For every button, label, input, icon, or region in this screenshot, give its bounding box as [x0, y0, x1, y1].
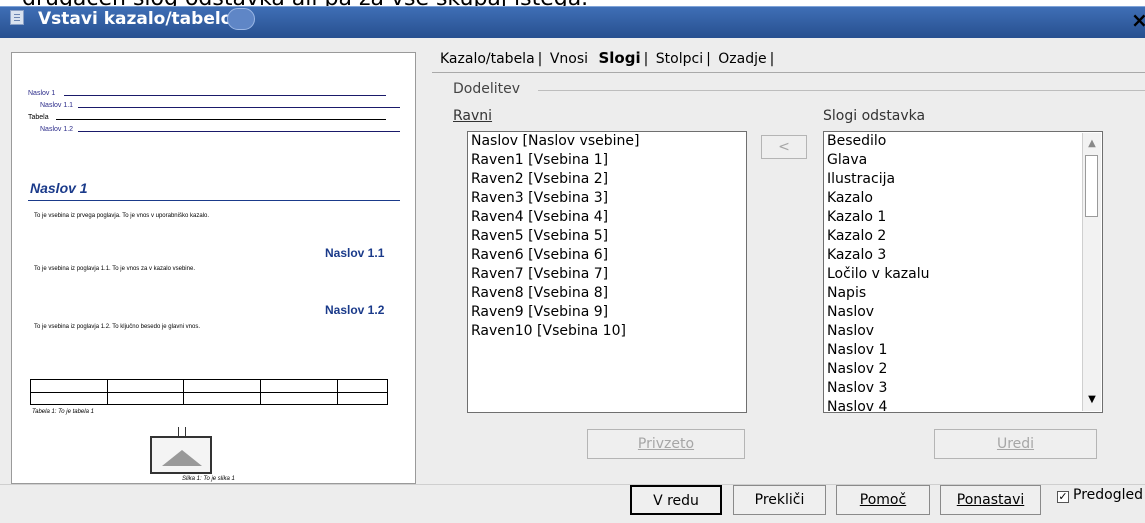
preview-toc-leader	[78, 107, 400, 108]
preview-toc-entry: Tabela	[28, 114, 49, 121]
list-item[interactable]: Raven5 [Vsebina 5]	[468, 227, 746, 246]
picture-hanger	[178, 427, 186, 436]
tab-separator: |	[706, 51, 711, 67]
list-item[interactable]: Naslov	[824, 303, 1102, 322]
group-label-dodelitev: Dodelitev	[453, 81, 521, 97]
edit-button[interactable]: Uredi	[934, 429, 1097, 459]
scrollbar-thumb[interactable]	[1085, 155, 1098, 217]
preview-body-text: To je vsebina iz poglavja 1.2. To ključn…	[34, 324, 200, 330]
list-item[interactable]: Raven10 [Vsebina 10]	[468, 322, 746, 341]
list-item[interactable]: Raven9 [Vsebina 9]	[468, 303, 746, 322]
list-item[interactable]: Besedilo	[824, 132, 1102, 151]
list-item[interactable]: Raven7 [Vsebina 7]	[468, 265, 746, 284]
preview-table-caption: Tabela 1: To je tabela 1	[32, 409, 94, 415]
help-button[interactable]: Pomoč	[836, 485, 930, 515]
tab-slogi[interactable]: Slogi	[595, 49, 643, 67]
preview-toc-leader	[64, 95, 386, 96]
preview-heading-rule	[28, 200, 400, 201]
preview-toc-leader	[56, 119, 386, 120]
swirl-icon	[227, 8, 255, 30]
tab-separator: |	[537, 51, 543, 67]
list-item[interactable]: Naslov 1	[824, 341, 1102, 360]
tab-vnosi[interactable]: Vnosi	[547, 51, 591, 67]
preview-table	[30, 379, 388, 405]
preview-toc-leader	[78, 131, 400, 132]
list-item[interactable]: Glava	[824, 151, 1102, 170]
list-item[interactable]: Kazalo 3	[824, 246, 1102, 265]
paragraph-styles-list[interactable]: Besedilo Glava Ilustracija Kazalo Kazalo…	[823, 131, 1103, 413]
list-item[interactable]: Raven4 [Vsebina 4]	[468, 208, 746, 227]
preview-heading-1-1: Naslov 1.1	[325, 246, 385, 260]
list-item[interactable]: Ločilo v kazalu	[824, 265, 1102, 284]
preview-heading-1-2: Naslov 1.2	[325, 303, 385, 317]
list-item[interactable]: Kazalo 2	[824, 227, 1102, 246]
cancel-button[interactable]: Prekliči	[733, 485, 826, 515]
scroll-up-icon[interactable]: ▲	[1083, 135, 1101, 153]
list-item[interactable]: Naslov	[824, 322, 1102, 341]
vertical-scrollbar[interactable]: ▲ ▼	[1082, 133, 1101, 411]
preview-body-text: To je vsebina iz poglavja 1.1. To je vno…	[34, 266, 195, 272]
tab-separator: |	[643, 51, 649, 67]
list-item[interactable]: Raven1 [Vsebina 1]	[468, 151, 746, 170]
list-item[interactable]: Ilustracija	[824, 170, 1102, 189]
preview-toc-entry: Naslov 1.1	[40, 102, 74, 109]
paragraph-styles-label: Slogi odstavka	[823, 108, 926, 124]
tab-divider	[432, 72, 1145, 73]
group-divider	[538, 90, 1145, 91]
preview-checkbox-label: Predogled	[1073, 487, 1143, 503]
list-item[interactable]: Raven2 [Vsebina 2]	[468, 170, 746, 189]
close-icon[interactable]: ×	[1131, 8, 1145, 32]
preview-heading-1: Naslov 1	[30, 180, 88, 196]
preview-pane: Naslov 1 Naslov 1.1 Tabela Naslov 1.2 Na…	[11, 52, 416, 484]
reset-button[interactable]: Ponastavi	[940, 485, 1041, 515]
window-title: Vstavi kazalo/tabelo	[38, 9, 233, 29]
preview-toc-entry: Naslov 1.2	[40, 126, 74, 133]
default-button[interactable]: Privzeto	[587, 429, 745, 459]
tab-ozadje[interactable]: Ozadje	[715, 51, 769, 67]
levels-list[interactable]: Naslov [Naslov vsebine] Raven1 [Vsebina …	[467, 131, 747, 413]
tab-bar: Kazalo/tabela | Vnosi Slogi | Stolpci | Oza…	[437, 49, 774, 67]
preview-body-text: To je vsebina iz prvega poglavja. To je …	[34, 213, 209, 219]
list-item[interactable]: Naslov [Naslov vsebine]	[468, 132, 746, 151]
picture-icon	[150, 436, 212, 474]
preview-checkbox[interactable]: ✓	[1057, 491, 1069, 503]
list-item[interactable]: Kazalo 1	[824, 208, 1102, 227]
tab-separator: |	[769, 51, 775, 67]
document-icon	[10, 10, 24, 25]
list-item[interactable]: Kazalo	[824, 189, 1102, 208]
ok-button[interactable]: V redu	[630, 485, 722, 515]
list-item[interactable]: Raven3 [Vsebina 3]	[468, 189, 746, 208]
list-item[interactable]: Raven8 [Vsebina 8]	[468, 284, 746, 303]
tab-kazalo-tabela[interactable]: Kazalo/tabela	[437, 51, 538, 67]
list-item[interactable]: Naslov 2	[824, 360, 1102, 379]
scroll-down-icon[interactable]: ▼	[1083, 391, 1101, 409]
levels-label: Ravni	[453, 108, 493, 124]
list-item[interactable]: Naslov 3	[824, 379, 1102, 398]
list-item[interactable]: Napis	[824, 284, 1102, 303]
preview-image-caption: Slika 1: To je slika 1	[182, 476, 235, 482]
list-item[interactable]: Naslov 4	[824, 398, 1102, 412]
tab-stolpci[interactable]: Stolpci	[653, 51, 706, 67]
list-item[interactable]: Raven6 [Vsebina 6]	[468, 246, 746, 265]
preview-toc-entry: Naslov 1	[28, 90, 56, 97]
assign-style-button[interactable]: <	[761, 135, 807, 159]
